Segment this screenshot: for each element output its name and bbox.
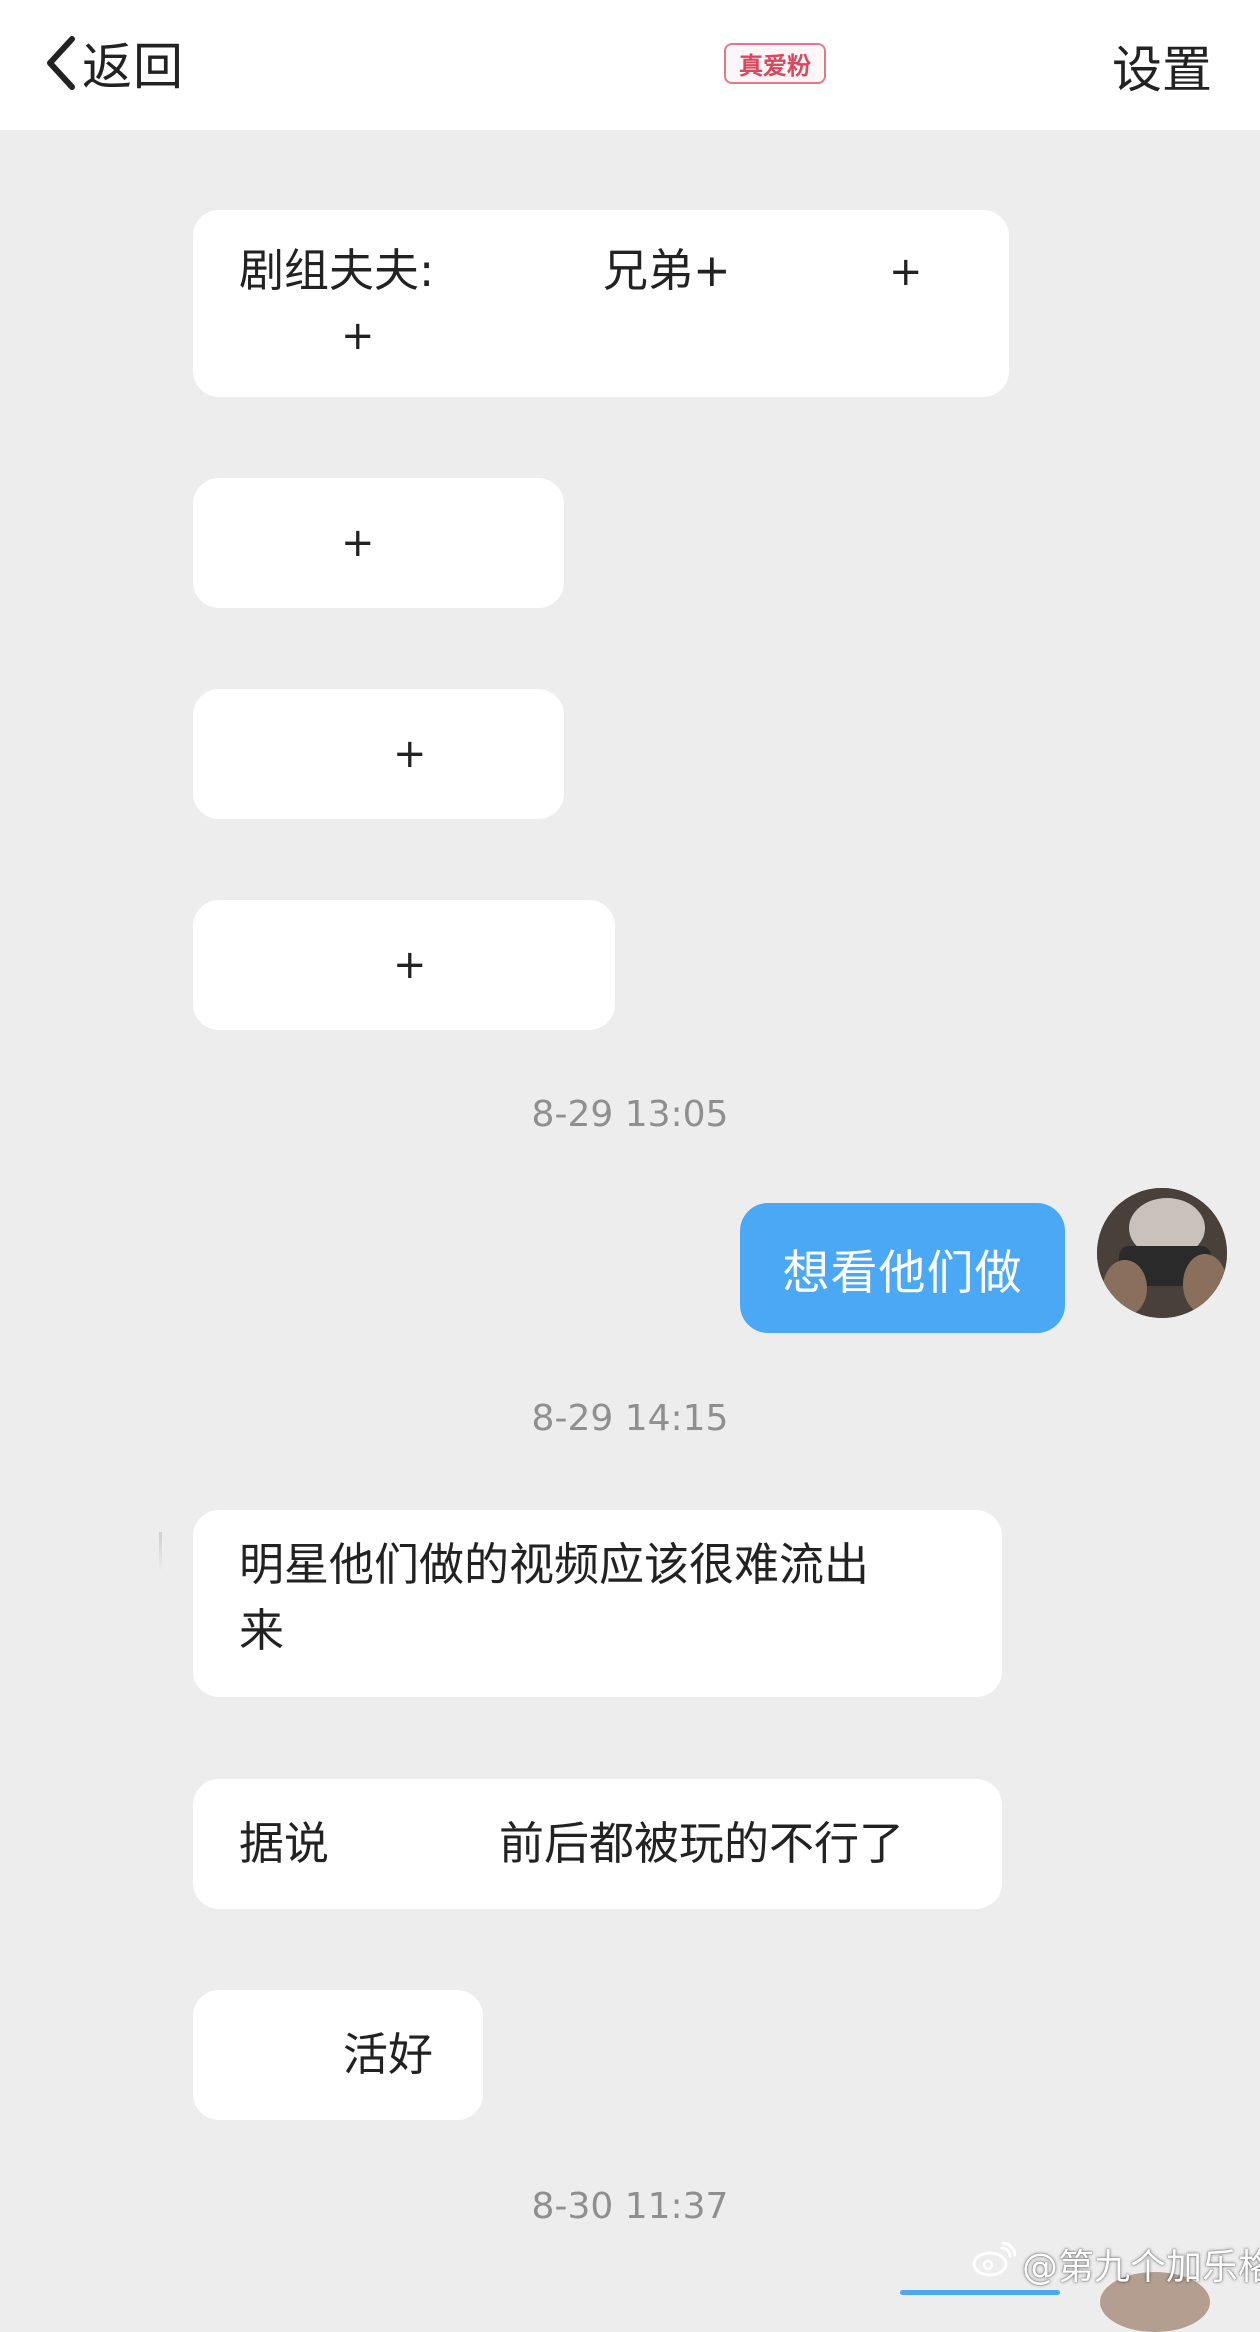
fan-badge: 真爱粉 [724, 43, 826, 84]
watermark: @第九个加乐格 [972, 2238, 1260, 2290]
timestamp: 8-29 13:05 [531, 1094, 729, 1135]
plus-sign: + [341, 520, 375, 566]
avatar[interactable] [1097, 1188, 1227, 1318]
sent-message-partial [900, 2290, 1060, 2295]
back-button[interactable]: 返回 [42, 28, 184, 98]
plus-sign: + [393, 942, 427, 988]
timestamp: 8-29 14:15 [531, 1398, 729, 1439]
message-text: 活好 [343, 2028, 434, 2081]
received-message: 据说 前后都被玩的不行了 [193, 1779, 1002, 1909]
sent-message: 想看他们做 [740, 1203, 1065, 1333]
settings-button[interactable]: 设置 [1112, 30, 1212, 102]
received-message: 活好 [193, 1990, 483, 2120]
message-text: 前后都被玩的不行了 [499, 1817, 905, 1870]
received-message: + [193, 478, 564, 608]
weibo-icon [972, 2241, 1022, 2287]
received-message: + [193, 689, 564, 819]
chevron-left-icon [42, 33, 78, 93]
message-text: 兄弟+ [603, 244, 731, 297]
timestamp: 8-30 11:37 [531, 2186, 729, 2227]
watermark-text: @第九个加乐格 [1022, 2247, 1260, 2288]
message-text: 来 [239, 1604, 285, 1657]
received-message: + [193, 900, 615, 1030]
received-message: 明星他们做的视频应该很难流出 来 [193, 1510, 1002, 1697]
plus-sign: + [393, 731, 427, 777]
received-message: 剧组夫夫: 兄弟+ + + [193, 210, 1009, 397]
top-bar: 返回 真爱粉 设置 [0, 0, 1260, 130]
divider [159, 1532, 162, 1572]
message-text: 剧组夫夫: [239, 244, 435, 297]
message-text: 明星他们做的视频应该很难流出 [239, 1538, 870, 1591]
plus-sign: + [889, 249, 923, 295]
message-text: 据说 [239, 1817, 330, 1870]
plus-sign: + [341, 313, 375, 359]
back-label: 返回 [82, 38, 184, 96]
